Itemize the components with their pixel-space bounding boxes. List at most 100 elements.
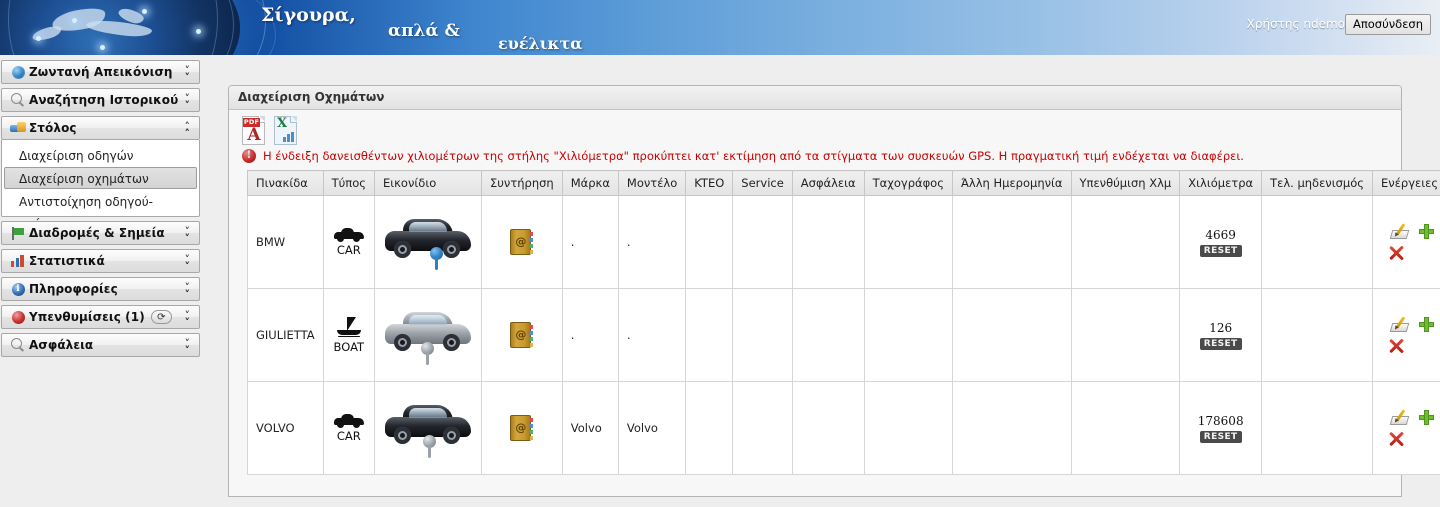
sidebar-group-reminders[interactable]: Υπενθυμίσεις (1) ⟳ ˅ ˅	[1, 305, 200, 329]
column-header-tachograph[interactable]: Ταχογράφος	[863, 170, 953, 196]
cell-insurance	[791, 288, 865, 382]
column-header-last-reset[interactable]: Τελ. μηδενισμός	[1261, 170, 1374, 196]
vehicles-table-wrapper: Πινακίδα Τύπος Εικονίδιο Συντήρηση Μάρκα…	[229, 170, 1440, 475]
cell-maintenance: @	[481, 288, 563, 382]
sidebar-group-label: Ασφάλεια	[29, 338, 94, 352]
column-header-insurance[interactable]: Ασφάλεια	[791, 170, 865, 196]
add-icon[interactable]	[1418, 223, 1434, 239]
column-header-type[interactable]: Τύπος	[322, 170, 376, 196]
column-header-brand[interactable]: Μάρκα	[561, 170, 619, 196]
car-icon	[333, 227, 364, 242]
logout-button[interactable]: Αποσύνδεση	[1344, 14, 1431, 35]
cell-other-date	[951, 288, 1072, 382]
address-book-icon[interactable]: @	[510, 229, 534, 255]
slogan-line-2: απλά &	[388, 21, 460, 41]
current-user-label: Χρήστης ndemo	[1246, 17, 1345, 31]
cell-vehicle-photo	[374, 288, 482, 382]
sidebar-group-statistics[interactable]: Στατιστικά ˅ ˅	[1, 249, 200, 273]
vehicle-management-panel: Διαχείριση Οχημάτων PDF A X ! Η ένδειξη …	[228, 85, 1440, 497]
column-header-other-date[interactable]: Άλλη Ημερομηνία	[951, 170, 1072, 196]
sidebar-group-label: Πληροφορίες	[29, 282, 118, 296]
column-header-plate[interactable]: Πινακίδα	[247, 170, 324, 196]
vehicles-table: Πινακίδα Τύπος Εικονίδιο Συντήρηση Μάρκα…	[247, 170, 1440, 475]
kilometers-value: 126	[1209, 320, 1233, 335]
address-book-icon[interactable]: @	[510, 322, 534, 348]
alert-icon	[7, 310, 29, 324]
column-header-icon[interactable]: Εικονίδιο	[374, 170, 482, 196]
column-header-actions[interactable]: Ενέργειες	[1372, 170, 1440, 196]
add-icon[interactable]	[1418, 316, 1434, 332]
cell-maintenance: @	[481, 195, 563, 289]
cell-last-reset	[1261, 288, 1374, 382]
sidebar-group-history-search[interactable]: Αναζήτηση Ιστορικού ˅ ˅	[1, 88, 200, 112]
delete-icon[interactable]	[1388, 245, 1405, 261]
cell-brand: .	[561, 195, 619, 289]
column-header-km-reminder[interactable]: Υπενθύμιση Χλμ	[1070, 170, 1181, 196]
reset-km-button[interactable]: RESET	[1199, 430, 1242, 443]
network-node-dot	[72, 18, 77, 23]
network-node-dot	[100, 45, 105, 50]
edit-icon[interactable]	[1389, 316, 1410, 332]
network-node-dot	[36, 36, 41, 41]
cell-actions	[1372, 195, 1440, 289]
grey-map-pin-icon	[421, 342, 434, 365]
reset-km-button[interactable]: RESET	[1199, 244, 1242, 257]
column-header-kilometers[interactable]: Χιλιόμετρα	[1179, 170, 1263, 196]
edit-icon[interactable]	[1389, 409, 1410, 425]
sidebar-group-information[interactable]: i Πληροφορίες ˅ ˅	[1, 277, 200, 301]
cell-service	[732, 288, 793, 382]
sidebar-group-security[interactable]: Ασφάλεια ˅ ˅	[1, 333, 200, 357]
cell-model: .	[617, 195, 687, 289]
cell-maintenance: @	[481, 381, 563, 475]
cell-actions	[1372, 381, 1440, 475]
delete-icon[interactable]	[1388, 338, 1405, 354]
column-header-model[interactable]: Μοντέλο	[617, 170, 687, 196]
sidebar-group-routes-points[interactable]: Διαδρομές & Σημεία ˅ ˅	[1, 221, 200, 245]
cell-type: BOAT	[322, 288, 376, 382]
address-book-icon[interactable]: @	[510, 415, 534, 441]
pdf-glyph: A	[247, 125, 261, 145]
reset-km-button[interactable]: RESET	[1199, 337, 1242, 350]
export-pdf-icon[interactable]: PDF A	[242, 116, 265, 145]
cell-brand: .	[561, 288, 619, 382]
sidebar-item-vehicle-management[interactable]: Διαχείριση οχημάτων	[4, 167, 197, 189]
cell-kteo	[685, 288, 734, 382]
export-excel-icon[interactable]: X	[274, 116, 297, 145]
info-icon: i	[7, 282, 29, 296]
delete-icon[interactable]	[1388, 431, 1405, 447]
slogan-line-3: ευέλικτα	[498, 34, 583, 53]
magnifier-icon	[7, 93, 29, 107]
cell-tachograph	[863, 381, 953, 475]
cell-kteo	[685, 195, 734, 289]
refresh-icon[interactable]: ⟳	[150, 310, 172, 324]
edit-icon[interactable]	[1389, 223, 1410, 239]
cell-kilometers: 178608 RESET	[1179, 381, 1263, 475]
column-header-maintenance[interactable]: Συντήρηση	[481, 170, 563, 196]
dark-sedan-photo	[383, 393, 473, 463]
sidebar-navigation: Ζωντανή Απεικόνιση ˅ ˅ Αναζήτηση Ιστορικο…	[0, 60, 201, 361]
globe-icon	[7, 65, 29, 79]
cell-brand: Volvo	[561, 381, 619, 475]
add-icon[interactable]	[1418, 409, 1434, 425]
cell-tachograph	[863, 195, 953, 289]
fleet-submenu: Διαχείριση οδηγών Διαχείριση οχημάτων Αν…	[1, 140, 200, 231]
slogan-line-1: Σίγουρα,	[261, 4, 356, 26]
sidebar-group-fleet[interactable]: Στόλος ˄ ˄	[1, 116, 200, 140]
estimation-warning: ! Η ένδειξη δανεισθέντων χιλιομέτρων της…	[229, 148, 1401, 170]
sidebar-group-live-view[interactable]: Ζωντανή Απεικόνιση ˅ ˅	[1, 60, 200, 84]
chevron-up-icon: ˄ ˄	[184, 120, 191, 140]
type-label: CAR	[336, 242, 361, 257]
sidebar-group-label: Στόλος	[29, 121, 77, 135]
cell-km-reminder	[1070, 381, 1181, 475]
cell-type: CAR	[322, 195, 376, 289]
cell-service	[732, 195, 793, 289]
cell-km-reminder	[1070, 195, 1181, 289]
chevron-down-icon: ˅ ˅	[184, 92, 191, 112]
cell-type: CAR	[322, 381, 376, 475]
sidebar-item-driver-management[interactable]: Διαχείριση οδηγών	[4, 144, 197, 166]
sidebar-group-label: Στατιστικά	[29, 254, 105, 268]
cell-last-reset	[1261, 195, 1374, 289]
sidebar-item-driver-vehicle-assignment[interactable]: Αντιστοίχηση οδηγού-οχήματος	[4, 190, 197, 231]
column-header-service[interactable]: Service	[732, 170, 793, 196]
column-header-kteo[interactable]: KTEO	[685, 170, 734, 196]
